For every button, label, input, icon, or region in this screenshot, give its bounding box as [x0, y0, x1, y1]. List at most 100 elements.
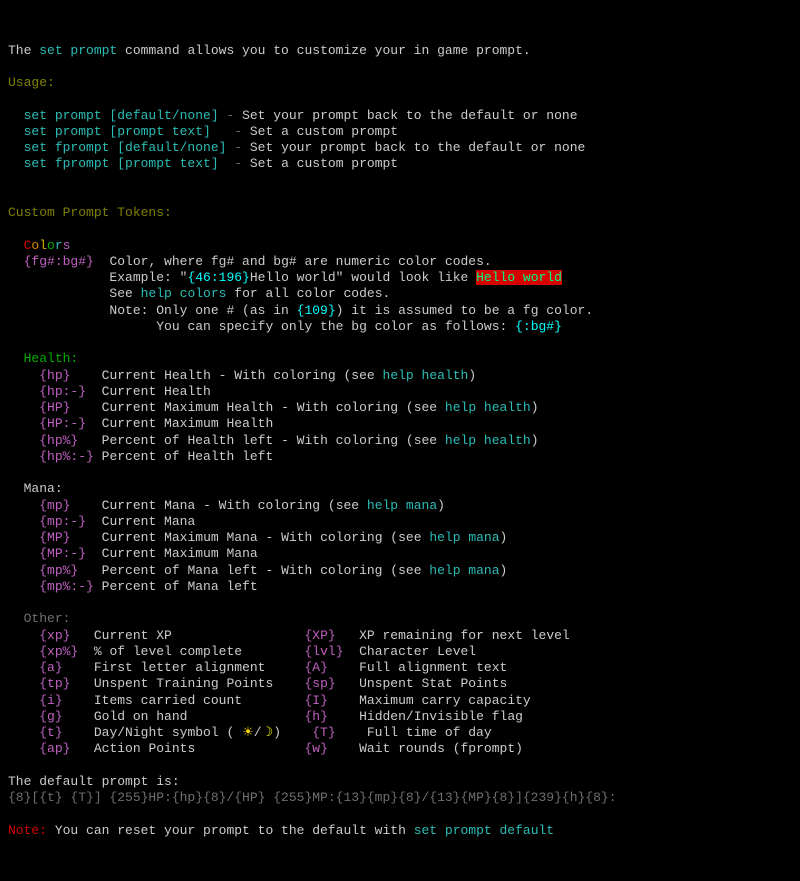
other-desc2-7: Wait rounds (fprompt)	[359, 741, 523, 756]
mana-desc-3: Current Maximum Mana	[102, 546, 258, 561]
intro-pre: The	[8, 43, 39, 58]
note-cmd: set prompt default	[414, 823, 554, 838]
usage-desc-1: Set a custom prompt	[250, 124, 398, 139]
mana-tok-2: {MP}	[39, 530, 70, 545]
health-desc-3: Current Maximum Health	[102, 416, 274, 431]
health-desc-2b: )	[531, 400, 539, 415]
health-help-4: help health	[445, 433, 531, 448]
colors-see-pre: See	[109, 286, 140, 301]
usage-cmd-0: set prompt [default/none]	[24, 108, 219, 123]
intro-post: command allows you to customize your in …	[117, 43, 530, 58]
health-desc-4b: )	[531, 433, 539, 448]
mana-help-0: help mana	[367, 498, 437, 513]
other-tok2-1: {lvl}	[304, 644, 359, 659]
mana-tok-1: {mp:-}	[39, 514, 86, 529]
other-tok2-5: {h}	[304, 709, 359, 724]
other-desc2-6: Full time of day	[367, 725, 492, 740]
other-desc2-3: Unspent Stat Points	[359, 676, 507, 691]
colors-line1: Color, where fg# and bg# are numeric col…	[109, 254, 491, 269]
note-body: You can reset your prompt to the default…	[47, 823, 414, 838]
usage-cmd-3: set fprompt [prompt text]	[24, 156, 219, 171]
mana-desc-0b: )	[437, 498, 445, 513]
colors-ex-tok: {46:196}	[187, 270, 249, 285]
usage-sep-0: -	[219, 108, 242, 123]
other-tok1-4: {i}	[39, 693, 62, 708]
colors-help: help colors	[141, 286, 227, 301]
other-desc2-0: XP remaining for next level	[359, 628, 570, 643]
tokens-label: Custom Prompt Tokens:	[8, 205, 172, 220]
colors-see-post: for all color codes.	[226, 286, 390, 301]
default-prompt: {8}[{t} {T}] {255}HP:{hp}{8}/{HP} {255}M…	[8, 790, 617, 805]
other-tok2-6: {T}	[312, 725, 367, 740]
mana-tok-4: {mp%}	[39, 563, 78, 578]
mana-tok-5: {mp%:-}	[39, 579, 94, 594]
other-desc2-4: Maximum carry capacity	[359, 693, 531, 708]
other-tok2-2: {A}	[304, 660, 359, 675]
usage-desc-2: Set your prompt back to the default or n…	[250, 140, 585, 155]
colors-note-pre: Note: Only one # (as in	[109, 303, 296, 318]
other-tok2-7: {w}	[304, 741, 359, 756]
usage-cmd-2: set fprompt [default/none]	[24, 140, 227, 155]
colors-ex-pre: Example: "	[109, 270, 187, 285]
other-desc2-1: Character Level	[359, 644, 476, 659]
other-tok1-2: {a}	[39, 660, 62, 675]
health-tok-1: {hp:-}	[39, 384, 86, 399]
mana-desc-5: Percent of Mana left	[102, 579, 258, 594]
mana-desc-2b: )	[500, 530, 508, 545]
health-desc-2a: Current Maximum Health - With coloring (…	[102, 400, 445, 415]
colors-note2-pre: You can specify only the bg color as fol…	[156, 319, 515, 334]
other-tok1-7: {ap}	[39, 741, 70, 756]
usage-label: Usage:	[8, 75, 55, 90]
health-help-0: help health	[383, 368, 469, 383]
other-tok1-6: {t}	[39, 725, 62, 740]
mana-desc-4b: )	[500, 563, 508, 578]
colors-ex-demo: Hello world	[476, 270, 562, 285]
mana-desc-0a: Current Mana - With coloring (see	[102, 498, 367, 513]
other-tok1-5: {g}	[39, 709, 62, 724]
other-tok2-4: {I}	[304, 693, 359, 708]
colors-heading: Colors	[24, 238, 71, 253]
health-tok-0: {hp}	[39, 368, 70, 383]
health-tok-2: {HP}	[39, 400, 70, 415]
usage-sep-3: -	[226, 156, 249, 171]
usage-cmd-1: set prompt [prompt text]	[24, 124, 211, 139]
other-label: Other:	[24, 611, 71, 626]
health-tok-3: {HP:-}	[39, 416, 86, 431]
health-tok-4: {hp%}	[39, 433, 78, 448]
other-table: {xp} Current XP {XP} XP remaining for ne…	[8, 628, 792, 758]
colors-note-tok: {109}	[297, 303, 336, 318]
default-label: The default prompt is:	[8, 774, 180, 789]
mana-desc-4a: Percent of Mana left - With coloring (se…	[102, 563, 430, 578]
usage-sep-1: -	[226, 124, 249, 139]
health-desc-5: Percent of Health left	[102, 449, 274, 464]
health-help-2: help health	[445, 400, 531, 415]
mana-help-2: help mana	[429, 530, 499, 545]
other-tok1-1: {xp%}	[39, 644, 78, 659]
health-desc-1: Current Health	[102, 384, 211, 399]
health-label: Health:	[24, 351, 79, 366]
other-desc2-5: Hidden/Invisible flag	[359, 709, 523, 724]
other-tok1-0: {xp}	[39, 628, 70, 643]
mana-label: Mana:	[24, 481, 63, 496]
other-tok2-0: {XP}	[304, 628, 359, 643]
mana-tok-0: {mp}	[39, 498, 70, 513]
mana-tok-3: {MP:-}	[39, 546, 86, 561]
colors-note-post: ) it is assumed to be a fg color.	[336, 303, 593, 318]
note-label: Note:	[8, 823, 47, 838]
mana-help-4: help mana	[429, 563, 499, 578]
health-desc-4a: Percent of Health left - With coloring (…	[102, 433, 445, 448]
usage-desc-3: Set a custom prompt	[250, 156, 398, 171]
health-tok-5: {hp%:-}	[39, 449, 94, 464]
other-tok1-3: {tp}	[39, 676, 70, 691]
usage-sep-2: -	[226, 140, 249, 155]
mana-desc-1: Current Mana	[102, 514, 196, 529]
intro-cmd: set prompt	[39, 43, 117, 58]
usage-gap-1	[211, 124, 227, 139]
colors-token: {fg#:bg#}	[24, 254, 94, 269]
mana-desc-2a: Current Maximum Mana - With coloring (se…	[102, 530, 430, 545]
other-desc2-2: Full alignment text	[359, 660, 507, 675]
health-desc-0b: )	[468, 368, 476, 383]
colors-note2-tok: {:bg#}	[515, 319, 562, 334]
other-tok2-3: {sp}	[304, 676, 359, 691]
colors-ex-mid: Hello world" would look like	[250, 270, 476, 285]
